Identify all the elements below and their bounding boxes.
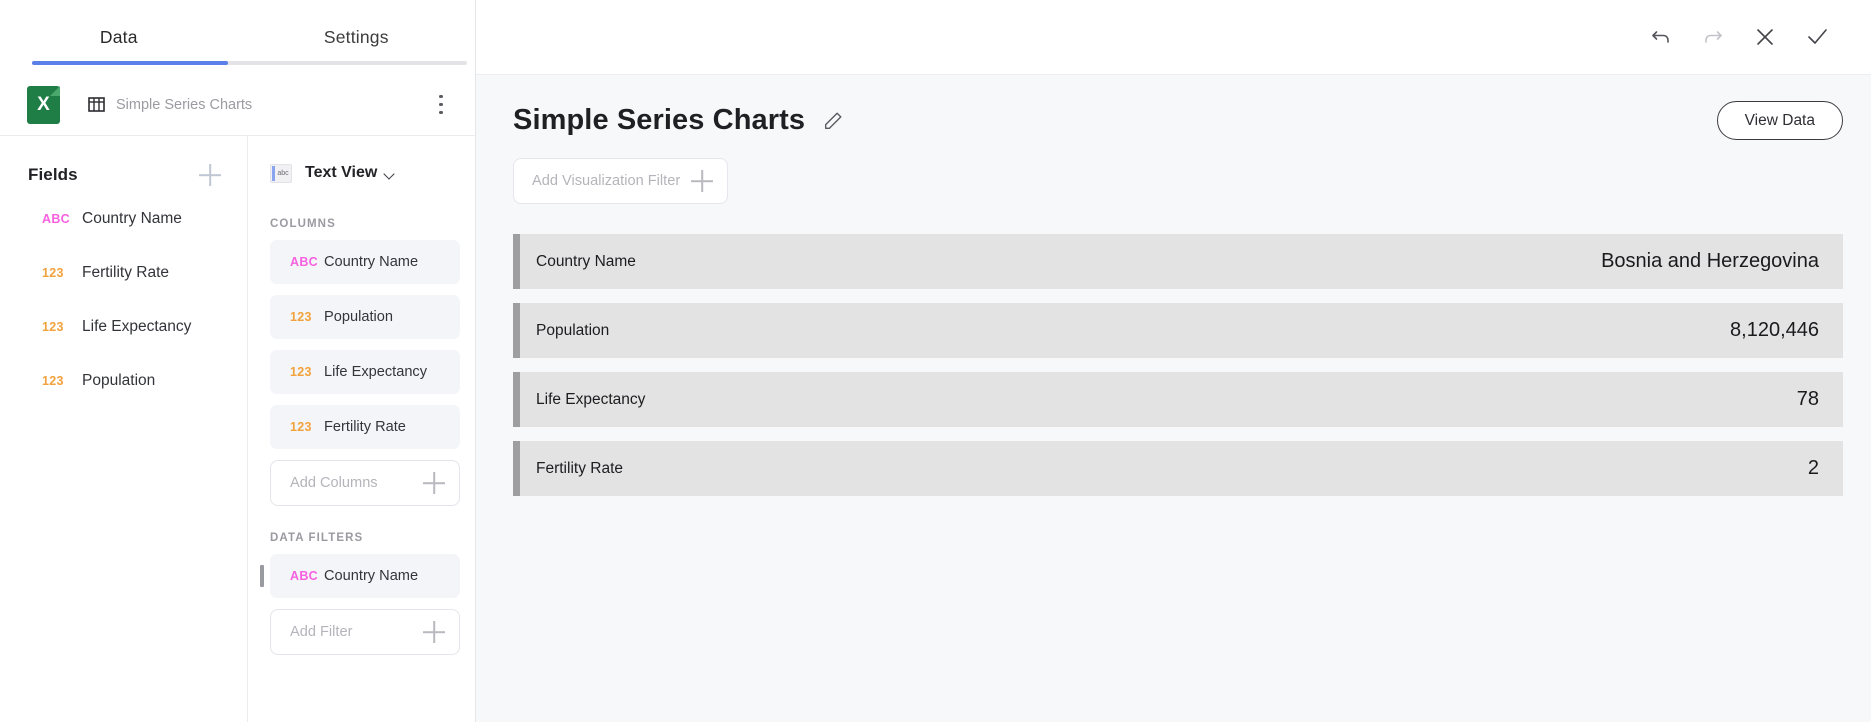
add-columns-label: Add Columns <box>290 475 378 491</box>
add-field-plus-icon[interactable] <box>199 164 221 186</box>
text-view-rows: Country Name Bosnia and Herzegovina Popu… <box>513 234 1843 496</box>
chevron-down-icon <box>385 170 396 177</box>
field-type-badge: 123 <box>42 320 64 334</box>
row-value: 8,120,446 <box>1730 319 1819 341</box>
table-row[interactable]: Country Name Bosnia and Herzegovina <box>513 234 1843 289</box>
column-label: Fertility Rate <box>324 419 406 435</box>
fields-header: Fields <box>0 158 247 192</box>
column-type-badge: 123 <box>290 420 312 434</box>
tab-bar: Data Settings <box>0 0 475 74</box>
row-value: Bosnia and Herzegovina <box>1601 250 1819 272</box>
plus-icon <box>423 472 445 494</box>
table-row[interactable]: Life Expectancy 78 <box>513 372 1843 427</box>
fields-title: Fields <box>28 165 78 184</box>
column-label: Life Expectancy <box>324 364 428 380</box>
kebab-menu-icon[interactable] <box>433 94 449 115</box>
row-value: 2 <box>1807 457 1819 479</box>
drag-handle[interactable] <box>260 565 264 587</box>
column-chip-population[interactable]: 123 Population <box>270 295 460 339</box>
undo-icon[interactable] <box>1635 11 1687 63</box>
tab-active-indicator <box>32 61 228 65</box>
add-visualization-filter-label: Add Visualization Filter <box>532 173 681 189</box>
row-key: Population <box>536 321 610 339</box>
field-type-badge: 123 <box>42 374 64 388</box>
row-key: Life Expectancy <box>536 390 646 408</box>
field-label: Population <box>82 372 156 389</box>
row-key: Fertility Rate <box>536 459 623 477</box>
text-view-thumbnail-label: abc <box>277 169 289 177</box>
view-type-label: Text View <box>305 164 378 181</box>
data-source-name: Simple Series Charts <box>116 96 253 113</box>
table-row[interactable]: Fertility Rate 2 <box>513 441 1843 496</box>
left-panel-body: Fields ABC Country Name 123 Fertility Ra… <box>0 136 475 722</box>
filter-label: Country Name <box>324 568 419 584</box>
table-row[interactable]: Population 8,120,446 <box>513 303 1843 358</box>
column-chip-country-name[interactable]: ABC Country Name <box>270 240 460 284</box>
field-type-badge: ABC <box>42 212 70 226</box>
column-type-badge: ABC <box>290 255 318 269</box>
left-panel: Data Settings X Simple Series Charts Fie… <box>0 0 476 722</box>
visualization-header: Simple Series Charts View Data <box>513 101 1843 140</box>
pencil-edit-icon[interactable] <box>822 110 844 132</box>
visualization-config-column: abc Text View COLUMNS ABC Country Name 1… <box>248 136 475 722</box>
view-type-selector[interactable]: abc Text View <box>248 154 475 192</box>
filter-type-badge: ABC <box>290 569 318 583</box>
page-title: Simple Series Charts <box>513 104 806 136</box>
editor-toolbar <box>476 0 1871 74</box>
redo-icon[interactable] <box>1687 11 1739 63</box>
view-data-button[interactable]: View Data <box>1716 101 1843 140</box>
add-visualization-filter-button[interactable]: Add Visualization Filter <box>513 158 728 204</box>
row-key: Country Name <box>536 252 636 270</box>
add-columns-button[interactable]: Add Columns <box>270 460 460 506</box>
field-item-country-name[interactable]: ABC Country Name <box>0 192 247 246</box>
filter-chip-country-name[interactable]: ABC Country Name <box>270 554 460 598</box>
table-grid-icon <box>88 96 105 113</box>
field-item-life-expectancy[interactable]: 123 Life Expectancy <box>0 300 247 354</box>
field-label: Fertility Rate <box>82 264 169 281</box>
column-chip-fertility-rate[interactable]: 123 Fertility Rate <box>270 405 460 449</box>
checkmark-icon[interactable] <box>1791 11 1843 63</box>
column-type-badge: 123 <box>290 365 312 379</box>
field-item-population[interactable]: 123 Population <box>0 354 247 408</box>
add-filter-button[interactable]: Add Filter <box>270 609 460 655</box>
column-chip-life-expectancy[interactable]: 123 Life Expectancy <box>270 350 460 394</box>
field-item-fertility-rate[interactable]: 123 Fertility Rate <box>0 246 247 300</box>
row-value: 78 <box>1796 388 1819 410</box>
app-root: Data Settings X Simple Series Charts Fie… <box>0 0 1871 722</box>
plus-icon <box>691 170 713 192</box>
column-label: Population <box>324 309 393 325</box>
field-label: Country Name <box>82 210 182 227</box>
text-view-thumbnail-icon: abc <box>270 163 292 183</box>
columns-section-heading: COLUMNS <box>270 218 336 230</box>
right-panel: Simple Series Charts View Data Add Visua… <box>476 0 1871 722</box>
excel-file-icon: X <box>27 85 60 124</box>
plus-icon <box>423 621 445 643</box>
column-label: Country Name <box>324 254 419 270</box>
fields-column: Fields ABC Country Name 123 Fertility Ra… <box>0 136 248 722</box>
field-type-badge: 123 <box>42 266 64 280</box>
data-filters-section-heading: DATA FILTERS <box>270 532 364 544</box>
add-filter-label: Add Filter <box>290 624 353 640</box>
field-label: Life Expectancy <box>82 318 192 335</box>
close-x-icon[interactable] <box>1739 11 1791 63</box>
filter-chip-wrapper: ABC Country Name <box>248 554 475 598</box>
data-source-row[interactable]: X Simple Series Charts <box>0 74 475 136</box>
visualization-canvas: Simple Series Charts View Data Add Visua… <box>476 74 1871 722</box>
column-type-badge: 123 <box>290 310 312 324</box>
